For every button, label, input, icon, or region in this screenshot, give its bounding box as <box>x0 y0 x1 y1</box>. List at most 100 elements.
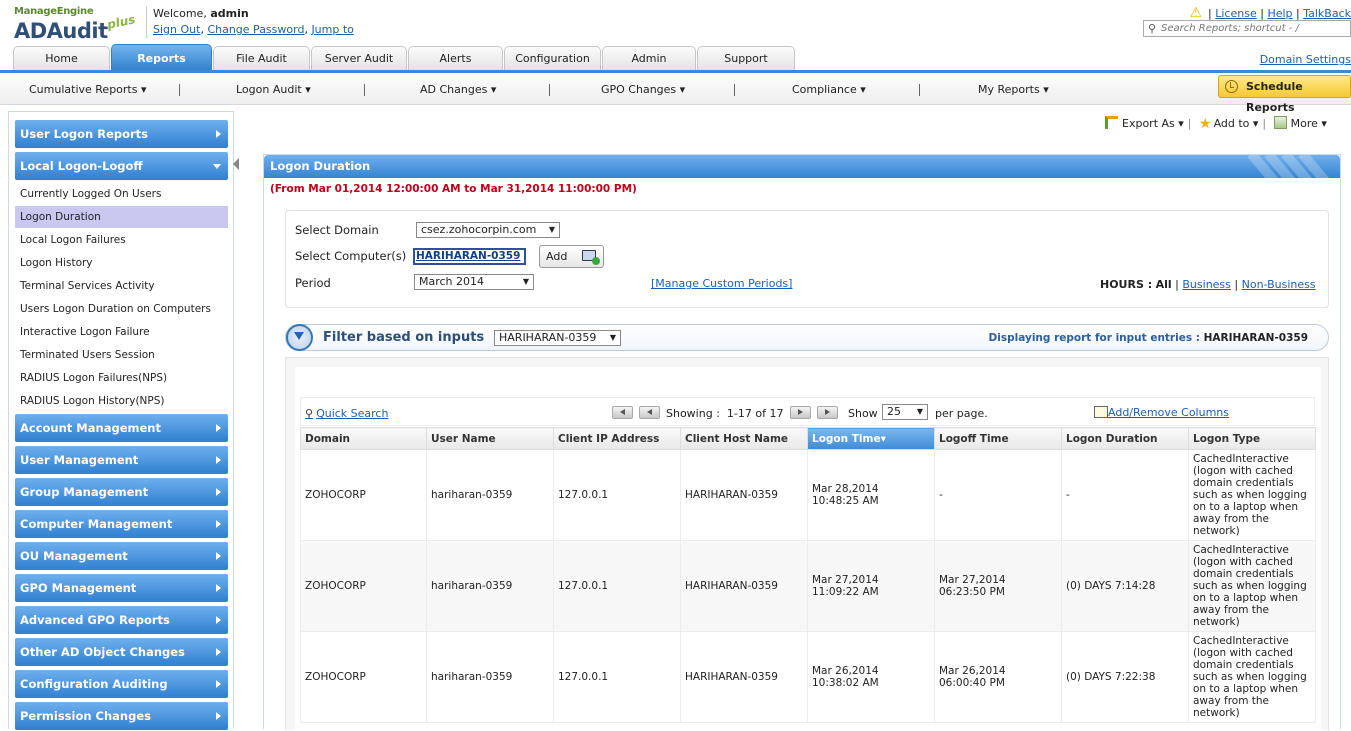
talkback-link[interactable]: TalkBack <box>1303 7 1351 20</box>
submenu-logon-audit[interactable]: Logon Audit ▾ <box>236 83 311 96</box>
period-select[interactable]: March 2014 <box>414 274 534 290</box>
tab-alerts[interactable]: Alerts <box>408 46 503 71</box>
sidebar-item-terminal-services-activity[interactable]: Terminal Services Activity <box>15 275 228 297</box>
report-title: Logon Duration <box>270 159 371 173</box>
domain-settings-link[interactable]: Domain Settings <box>1260 53 1351 66</box>
filter-icon[interactable] <box>286 324 313 351</box>
period-select-value: March 2014 <box>419 275 485 288</box>
sidebar-item-radius-logon-failures[interactable]: RADIUS Logon Failures(NPS) <box>15 367 228 389</box>
submenu-my-reports[interactable]: My Reports ▾ <box>978 83 1049 96</box>
domain-select-value: csez.zohocorpin.com <box>421 223 537 236</box>
tab-reports[interactable]: Reports <box>111 44 212 71</box>
sidebar-category-ou-management[interactable]: OU Management <box>15 542 228 570</box>
quick-search-link[interactable]: ⚲ Quick Search <box>305 407 388 420</box>
column-header-user-name[interactable]: User Name <box>426 427 554 450</box>
sidebar-item-terminated-users-session[interactable]: Terminated Users Session <box>15 344 228 366</box>
column-header-client-ip[interactable]: Client IP Address <box>553 427 681 450</box>
last-page-button[interactable] <box>817 406 838 419</box>
sidebar-category-permission-changes[interactable]: Permission Changes <box>15 702 228 730</box>
sidebar-category-gpo-management[interactable]: GPO Management <box>15 574 228 602</box>
sidebar-category-computer-management[interactable]: Computer Management <box>15 510 228 538</box>
more-icon <box>1273 116 1287 129</box>
sidebar-category-account-management[interactable]: Account Management <box>15 414 228 442</box>
table-row[interactable]: ZOHOCORP hariharan-0359 127.0.0.1 HARIHARAN… <box>300 449 1316 541</box>
search-input[interactable] <box>1161 21 1349 36</box>
computer-selection[interactable]: HARIHARAN-0359 <box>412 247 527 266</box>
help-link[interactable]: Help <box>1267 7 1292 20</box>
submenu-cumulative-reports[interactable]: Cumulative Reports ▾ <box>29 83 147 96</box>
tab-file-audit[interactable]: File Audit <box>213 46 310 71</box>
hours-business-link[interactable]: Business <box>1182 278 1231 291</box>
cell-domain: ZOHOCORP <box>300 449 427 541</box>
sidebar-item-users-logon-duration-on-computers[interactable]: Users Logon Duration on Computers <box>15 298 228 320</box>
manage-custom-periods-link[interactable]: [Manage Custom Periods] <box>651 277 792 290</box>
sidebar-item-logon-history[interactable]: Logon History <box>15 252 228 274</box>
add-remove-columns-link[interactable]: Add/Remove Columns <box>1094 406 1229 419</box>
previous-page-button[interactable] <box>639 406 660 419</box>
column-header-client-host[interactable]: Client Host Name <box>680 427 808 450</box>
top-header: ManageEngine ADAudit plus Welcome, admin… <box>0 0 1351 44</box>
column-header-logoff-time[interactable]: Logoff Time <box>934 427 1062 450</box>
sidebar-category-advanced-gpo-reports[interactable]: Advanced GPO Reports <box>15 606 228 634</box>
column-header-logon-time[interactable]: Logon Time▾ <box>807 427 935 450</box>
more-label: More ▾ <box>1290 117 1327 130</box>
license-link[interactable]: License <box>1215 7 1256 20</box>
displaying-entries: Displaying report for input entries : HA… <box>989 332 1308 344</box>
filter-select[interactable]: HARIHARAN-0359 <box>494 330 621 346</box>
chevron-right-icon <box>216 488 221 496</box>
tab-configuration[interactable]: Configuration <box>504 46 601 71</box>
cell-logon-type: CachedInteractive (logon with cached dom… <box>1188 631 1316 723</box>
next-page-button[interactable] <box>790 406 811 419</box>
more-button[interactable]: More ▾ <box>1273 116 1327 130</box>
hours-all[interactable]: All <box>1156 278 1172 291</box>
submenu-divider <box>549 84 550 96</box>
sidebar-category-label: Other AD Object Changes <box>20 645 185 659</box>
add-computer-button[interactable]: Add <box>539 245 604 268</box>
pagination-status: Showing : 1-17 of 17 <box>666 407 783 420</box>
per-page-select[interactable]: 25 <box>882 404 928 420</box>
submenu-compliance[interactable]: Compliance ▾ <box>792 83 866 96</box>
report-actions: Export As ▾ | ★ Add to ▾ | More ▾ <box>1105 116 1327 132</box>
sidebar-category-local-logon-logoff[interactable]: Local Logon-Logoff <box>15 152 228 180</box>
sidebar-category-other-ad-object-changes[interactable]: Other AD Object Changes <box>15 638 228 666</box>
submenu-ad-changes[interactable]: AD Changes ▾ <box>420 83 496 96</box>
cell-domain: ZOHOCORP <box>300 631 427 723</box>
cell-client-host: HARIHARAN-0359 <box>680 540 808 632</box>
column-header-logon-duration[interactable]: Logon Duration <box>1061 427 1189 450</box>
add-to-button[interactable]: ★ Add to ▾ <box>1199 116 1258 132</box>
domain-select[interactable]: csez.zohocorpin.com <box>416 222 560 238</box>
column-header-domain[interactable]: Domain <box>300 427 427 450</box>
export-as-button[interactable]: Export As ▾ <box>1105 116 1184 130</box>
column-header-logon-type[interactable]: Logon Type <box>1188 427 1316 450</box>
report-criteria: Select Domain csez.zohocorpin.com Select… <box>285 210 1329 308</box>
schedule-reports-button[interactable]: Schedule Reports <box>1218 75 1351 114</box>
hours-non-business-link[interactable]: Non-Business <box>1242 278 1316 291</box>
tab-admin[interactable]: Admin <box>602 46 696 71</box>
table-row[interactable]: ZOHOCORP hariharan-0359 127.0.0.1 HARIHARAN… <box>300 631 1316 723</box>
welcome-text: Welcome, admin <box>153 7 249 20</box>
submenu-gpo-changes[interactable]: GPO Changes ▾ <box>601 83 685 96</box>
sidebar-item-logon-duration[interactable]: Logon Duration <box>15 206 228 228</box>
sidebar-item-currently-logged-on-users[interactable]: Currently Logged On Users <box>15 183 228 205</box>
jump-to-link[interactable]: Jump to <box>311 23 353 36</box>
sidebar-category-user-management[interactable]: User Management <box>15 446 228 474</box>
search-reports[interactable]: ⚲ <box>1143 20 1351 37</box>
sidebar-item-radius-logon-history[interactable]: RADIUS Logon History(NPS) <box>15 390 228 412</box>
add-button-label: Add <box>546 250 568 263</box>
tab-server-audit[interactable]: Server Audit <box>311 46 407 71</box>
table-row[interactable]: ZOHOCORP hariharan-0359 127.0.0.1 HARIHARAN… <box>300 540 1316 632</box>
sign-out-link[interactable]: Sign Out <box>153 23 200 36</box>
tab-support[interactable]: Support <box>697 46 795 71</box>
sidebar-collapse-handle[interactable] <box>233 158 239 170</box>
sidebar-item-local-logon-failures[interactable]: Local Logon Failures <box>15 229 228 251</box>
tab-home[interactable]: Home <box>13 46 110 71</box>
cell-logon-type: CachedInteractive (logon with cached dom… <box>1188 449 1316 541</box>
sidebar-category-user-logon-reports[interactable]: User Logon Reports <box>15 120 228 148</box>
first-page-button[interactable] <box>612 406 633 419</box>
sidebar-category-configuration-auditing[interactable]: Configuration Auditing <box>15 670 228 698</box>
sidebar-category-group-management[interactable]: Group Management <box>15 478 228 506</box>
change-password-link[interactable]: Change Password <box>207 23 304 36</box>
warning-icon[interactable]: ⚠ <box>1189 5 1202 21</box>
adaudit-logo[interactable]: ManageEngine ADAudit plus <box>14 3 144 43</box>
sidebar-item-interactive-logon-failure[interactable]: Interactive Logon Failure <box>15 321 228 343</box>
